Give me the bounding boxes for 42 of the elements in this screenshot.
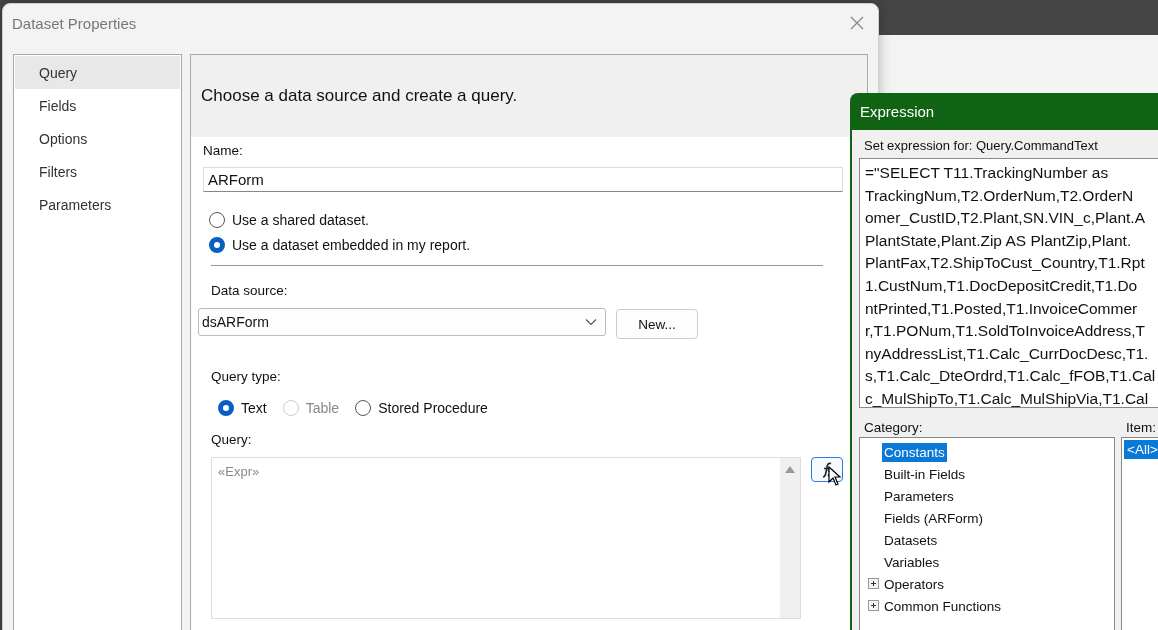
category-label: Category: — [863, 420, 924, 435]
tree-item[interactable]: Variables — [882, 552, 942, 572]
query-type-label: Query type: — [211, 369, 282, 384]
radio-option[interactable]: Text — [218, 400, 267, 416]
window-title: Expression — [859, 102, 936, 122]
radio-icon[interactable] — [355, 400, 372, 416]
tree-item[interactable]: Operators — [882, 574, 947, 594]
sidebar-item[interactable]: Options — [15, 122, 180, 155]
radio-icon[interactable] — [209, 237, 225, 253]
item-label: Item: — [1125, 420, 1157, 435]
tree-item[interactable]: Parameters — [882, 486, 956, 506]
data-source-dropdown[interactable]: dsARForm — [198, 308, 606, 336]
close-button[interactable] — [848, 14, 866, 32]
expand-icon[interactable] — [868, 578, 880, 590]
sidebar-item[interactable]: Query — [15, 56, 180, 89]
list-item[interactable]: <All> — [1124, 440, 1158, 459]
tree-item[interactable]: Common Functions — [882, 596, 1004, 616]
chevron-down-icon — [585, 318, 597, 326]
tree-item[interactable]: Constants — [882, 442, 947, 462]
radio-option[interactable]: Stored Procedure — [355, 400, 488, 416]
tree-item[interactable]: Fields (ARForm) — [882, 508, 985, 528]
radio-icon[interactable] — [218, 400, 234, 416]
tree-item[interactable]: Built-in Fields — [882, 464, 968, 484]
expression-field[interactable]: ="SELECT T11.TrackingNumber as TrackingNum,T2.OrderNum,T2.OrderN omer_CustID,T2.Plant,SN.VIN_c,Plant.A PlantState,Plant.Zip AS PlantZip,Plant. PlantFax,T2.ShipToCust_Country,T1.Rpt 1.CustNum,T1.DocDepositCredit,T1.Do ntPrinted,T1.Posted,T1.InvoiceCommer r,T1.PONum,T1.SoldToInvoiceAddress,T nyAddressList,T1.Calc_CurrDocDesc,T1. s,T1.Calc_DteOrdrd,T1.Calc_fFOB,T1.Cal c_MulShipTo,T1.Calc_MulShipVia,T1.Cal — [859, 158, 1158, 408]
cursor-icon — [828, 466, 843, 486]
scrollbar[interactable] — [780, 458, 801, 618]
window-title: Dataset Properties — [12, 14, 137, 32]
query-label: Query: — [211, 432, 253, 447]
query-field[interactable]: «Expr» — [211, 457, 802, 619]
new-button[interactable]: New... — [616, 309, 698, 339]
tree-item[interactable]: Datasets — [882, 530, 940, 550]
data-source-label: Data source: — [211, 283, 289, 298]
name-label: Name: — [203, 143, 244, 158]
radio-option[interactable]: Use a shared dataset. — [209, 212, 843, 228]
radio-icon[interactable] — [209, 212, 225, 228]
expression-label: Set expression for: Query.CommandText — [863, 138, 1099, 153]
name-field[interactable]: ARForm — [203, 167, 843, 192]
radio-option[interactable]: Use a dataset embedded in my report. — [209, 237, 843, 253]
expand-icon[interactable] — [868, 600, 880, 612]
sidebar-item[interactable]: Parameters — [15, 188, 180, 221]
sidebar-item[interactable]: Filters — [15, 155, 180, 188]
sidebar-item[interactable]: Fields — [15, 89, 180, 122]
